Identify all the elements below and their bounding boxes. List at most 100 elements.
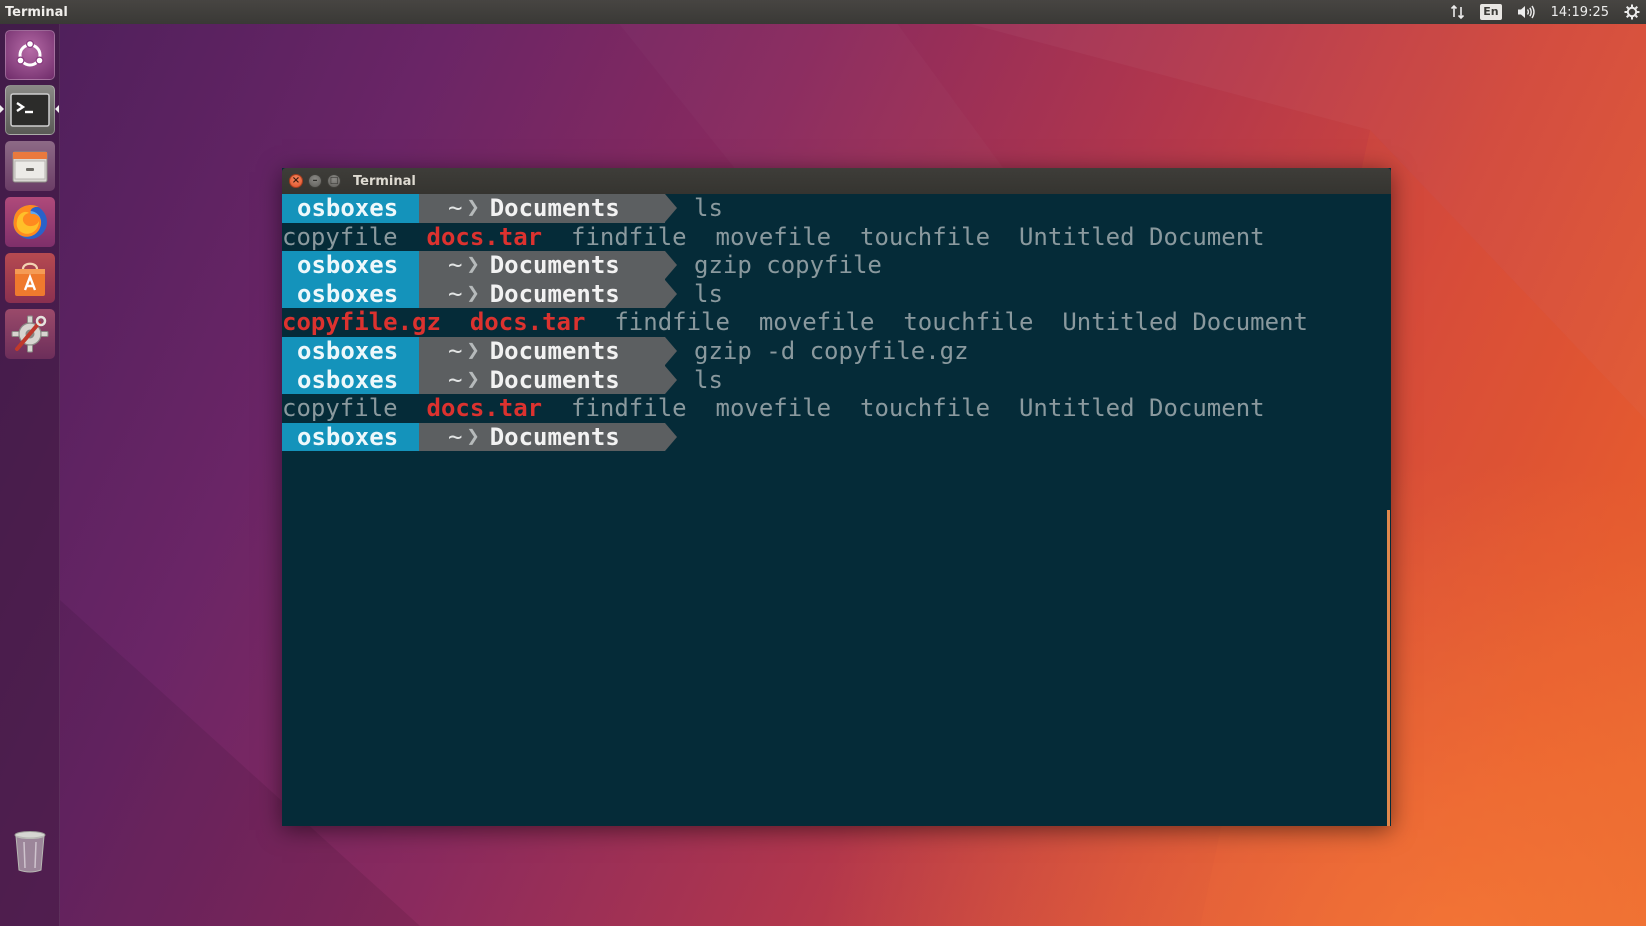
prompt-separator: ❯ xyxy=(466,280,480,306)
ls-gap xyxy=(990,223,1019,252)
ls-gap xyxy=(831,394,860,423)
ls-gap xyxy=(1033,308,1062,337)
command-text: gzip copyfile xyxy=(694,251,882,280)
ls-entry-file: movefile xyxy=(758,308,875,337)
launcher-settings-button[interactable] xyxy=(5,309,55,359)
launcher xyxy=(0,24,60,926)
window-resize-edge[interactable] xyxy=(1387,510,1390,826)
active-indicator-right xyxy=(55,105,59,113)
ls-entry-file: findfile xyxy=(571,394,687,423)
prompt-user: osboxes xyxy=(282,422,431,452)
prompt-dir: Documents xyxy=(489,194,620,222)
prompt-user: osboxes xyxy=(282,251,431,280)
ls-entry-file: movefile xyxy=(715,222,832,251)
command-text: ls xyxy=(694,279,723,308)
volume-icon[interactable] xyxy=(1509,0,1543,24)
prompt-dir: Documents xyxy=(489,251,620,280)
ls-gap xyxy=(730,308,759,337)
keyboard-layout-label: En xyxy=(1480,4,1502,20)
minimize-icon: – xyxy=(312,175,318,186)
ls-entry-archive: docs.tar xyxy=(426,222,543,251)
prompt-dir: Documents xyxy=(489,422,620,451)
trash-icon xyxy=(14,831,46,873)
terminal-window[interactable]: × – □ Terminal osboxes ~ ❯ Documents ls copyf… xyxy=(282,168,1391,826)
prompt-home: ~ xyxy=(448,365,463,394)
prompt-line: osboxes ~ ❯ Documents gzip copyfile xyxy=(282,251,882,280)
prompt-home: ~ xyxy=(448,251,463,280)
keyboard-layout-indicator[interactable]: En xyxy=(1473,0,1508,24)
launcher-dash-button[interactable] xyxy=(5,30,55,80)
ls-gap xyxy=(398,394,427,423)
ls-gap xyxy=(542,394,571,423)
launcher-terminal-button[interactable] xyxy=(5,85,55,135)
prompt-path: ~ ❯ Documents xyxy=(419,279,677,309)
ls-gap xyxy=(585,308,614,337)
command-text: ls xyxy=(694,365,723,394)
prompt-path: ~ ❯ Documents xyxy=(419,422,677,452)
ls-gap xyxy=(687,394,716,423)
ls-entry-file: Untitled Document xyxy=(1018,394,1265,423)
ls-entry-file: touchfile xyxy=(860,222,991,251)
window-minimize-button[interactable]: – xyxy=(308,174,322,188)
ubuntu-logo-icon xyxy=(16,39,44,67)
prompt-separator: ❯ xyxy=(466,366,480,392)
launcher-trash-button[interactable] xyxy=(5,826,55,876)
prompt-dir: Documents xyxy=(489,279,620,308)
ls-entry-file: touchfile xyxy=(860,394,991,423)
clock[interactable]: 14:19:25 xyxy=(1543,0,1617,24)
shopping-bag-icon xyxy=(15,262,45,296)
ls-entry-archive: docs.tar xyxy=(469,308,586,337)
ls-entry-file: copyfile xyxy=(282,394,398,423)
prompt-line: osboxes ~ ❯ Documents gzip -d copyfile.gz xyxy=(282,337,969,366)
ls-gap xyxy=(990,394,1019,423)
network-updown-icon[interactable] xyxy=(1443,0,1473,24)
ls-entry-file: movefile xyxy=(715,394,832,423)
window-close-button[interactable]: × xyxy=(289,174,303,188)
prompt-line: osboxes ~ ❯ Documents ls xyxy=(282,194,723,223)
ls-output-line: copyfile docs.tar findfile movefile touc… xyxy=(282,394,1265,423)
prompt-home: ~ xyxy=(448,337,463,365)
ls-entry-archive: copyfile.gz xyxy=(282,308,441,337)
maximize-icon: □ xyxy=(329,176,339,186)
prompt-user: osboxes xyxy=(282,337,431,366)
gear-icon[interactable] xyxy=(1617,0,1646,24)
terminal-titlebar[interactable]: × – □ Terminal xyxy=(282,168,1391,194)
launcher-software-button[interactable] xyxy=(5,253,55,303)
prompt-user: osboxes xyxy=(282,279,431,309)
terminal-icon xyxy=(10,93,50,127)
prompt-line: osboxes ~ ❯ Documents xyxy=(282,422,677,452)
ls-entry-archive: docs.tar xyxy=(426,394,543,423)
prompt-separator: ❯ xyxy=(466,423,480,449)
prompt-path: ~ ❯ Documents xyxy=(419,194,677,223)
prompt-user: osboxes xyxy=(282,365,431,395)
launcher-firefox-button[interactable] xyxy=(5,197,55,247)
ls-output-line: copyfile docs.tar findfile movefile touc… xyxy=(282,223,1265,252)
prompt-path: ~ ❯ Documents xyxy=(419,251,677,280)
ls-entry-file: copyfile xyxy=(282,222,398,251)
terminal-output[interactable]: osboxes ~ ❯ Documents ls copyfile docs.tar fi… xyxy=(282,194,1391,826)
ls-entry-file: findfile xyxy=(571,222,687,251)
top-panel: Terminal En 14:19:25 xyxy=(0,0,1646,24)
command-text: ls xyxy=(694,194,723,222)
ls-gap xyxy=(687,223,716,252)
ls-entry-file: Untitled Document xyxy=(1062,308,1308,337)
file-cabinet-icon xyxy=(12,151,48,183)
prompt-separator: ❯ xyxy=(466,195,480,220)
firefox-icon xyxy=(13,205,47,239)
ls-gap xyxy=(542,223,571,252)
ls-gap xyxy=(831,223,860,252)
top-panel-app-title: Terminal xyxy=(5,4,68,20)
ls-output-line: copyfile.gz docs.tar findfile movefile t… xyxy=(282,308,1308,337)
prompt-line: osboxes ~ ❯ Documents ls xyxy=(282,279,723,309)
launcher-files-button[interactable] xyxy=(5,141,55,191)
settings-wrench-icon xyxy=(11,315,49,353)
prompt-home: ~ xyxy=(448,194,463,222)
ls-gap xyxy=(441,308,470,337)
prompt-home: ~ xyxy=(448,279,463,308)
prompt-user: osboxes xyxy=(282,194,431,223)
prompt-line: osboxes ~ ❯ Documents ls xyxy=(282,365,723,395)
command-text: gzip -d copyfile.gz xyxy=(694,337,969,365)
ls-entry-file: Untitled Document xyxy=(1018,222,1265,251)
ls-entry-file: findfile xyxy=(614,308,730,337)
window-maximize-button[interactable]: □ xyxy=(327,174,341,188)
